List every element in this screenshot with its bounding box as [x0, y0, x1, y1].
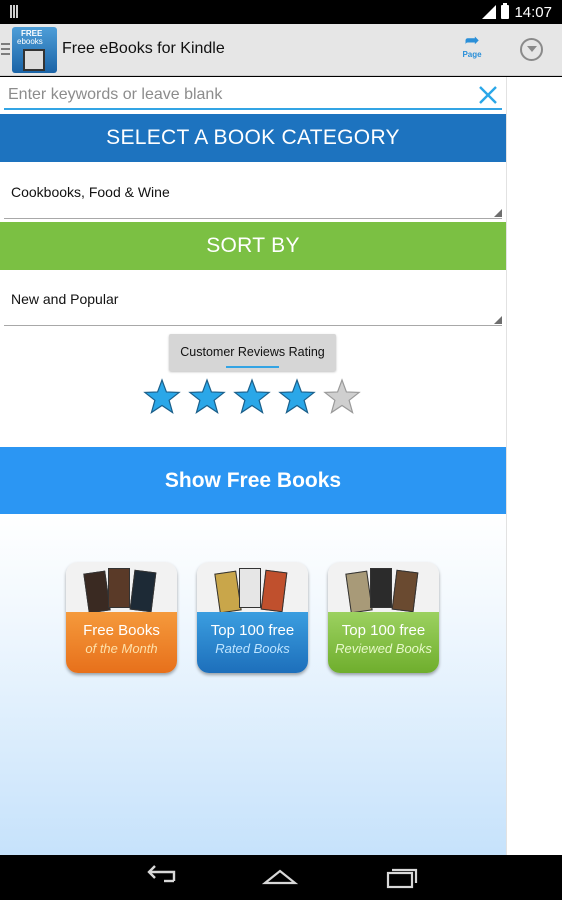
sort-header: SORT BY: [0, 222, 506, 270]
tile-line2: Reviewed Books: [335, 641, 432, 656]
notification-icon: [10, 5, 21, 18]
category-value: Cookbooks, Food & Wine: [11, 184, 170, 200]
category-spinner[interactable]: Cookbooks, Food & Wine: [4, 163, 502, 219]
shortcut-area: Free Books of the Month Top 100 free Rat…: [0, 514, 506, 855]
book-covers-icon: [214, 568, 290, 614]
star-filled-icon[interactable]: [277, 377, 317, 417]
spinner-arrow-icon: [494, 316, 502, 324]
logo-text-ebooks: ebooks: [17, 37, 43, 46]
tile-free-books-month[interactable]: Free Books of the Month: [66, 562, 177, 673]
customer-reviews-button[interactable]: Customer Reviews Rating: [169, 334, 336, 371]
tile-top-reviewed[interactable]: Top 100 free Reviewed Books: [328, 562, 439, 673]
app-logo[interactable]: FREE ebooks: [12, 27, 57, 73]
star-filled-icon[interactable]: [142, 377, 182, 417]
tile-top-rated[interactable]: Top 100 free Rated Books: [197, 562, 308, 673]
side-panel: [506, 77, 562, 855]
navigation-bar: [0, 855, 562, 900]
category-header: SELECT A BOOK CATEGORY: [0, 114, 506, 162]
overflow-menu-icon[interactable]: [520, 38, 543, 61]
recent-apps-icon[interactable]: [384, 863, 420, 891]
signal-icon: [482, 5, 497, 19]
clear-icon[interactable]: [478, 85, 498, 105]
action-bar: FREE ebooks Free eBooks for Kindle ➦ Pag…: [0, 24, 562, 76]
search-box: [4, 82, 502, 110]
tile-line2: of the Month: [85, 641, 158, 656]
star-empty-icon[interactable]: [322, 377, 362, 417]
share-arrow-icon: ➦: [464, 30, 480, 50]
drawer-icon[interactable]: [1, 43, 10, 58]
home-icon[interactable]: [262, 863, 298, 891]
sort-spinner[interactable]: New and Popular: [4, 270, 502, 326]
tile-line1: Top 100 free: [210, 622, 295, 639]
page-share-button[interactable]: ➦ Page: [455, 30, 489, 70]
spinner-arrow-icon: [494, 209, 502, 217]
back-icon[interactable]: [144, 863, 180, 891]
rating-stars[interactable]: [142, 377, 364, 417]
status-time: 14:07: [514, 3, 552, 21]
button-underline: [226, 366, 279, 368]
main-column: SELECT A BOOK CATEGORY Cookbooks, Food &…: [0, 77, 506, 855]
kindle-icon: [23, 49, 45, 71]
book-covers-icon: [345, 568, 421, 614]
star-filled-icon[interactable]: [187, 377, 227, 417]
status-bar: 14:07: [0, 0, 562, 24]
battery-icon: [501, 3, 510, 19]
tile-line1: Free Books: [83, 622, 160, 639]
content-area: SELECT A BOOK CATEGORY Cookbooks, Food &…: [0, 77, 562, 855]
tile-line2: Rated Books: [215, 641, 290, 656]
show-free-books-button[interactable]: Show Free Books: [0, 447, 506, 514]
search-input[interactable]: [4, 82, 472, 108]
customer-reviews-label: Customer Reviews Rating: [180, 345, 325, 359]
book-covers-icon: [83, 568, 159, 614]
tile-line1: Top 100 free: [341, 622, 426, 639]
page-label: Page: [462, 50, 482, 59]
app-title: Free eBooks for Kindle: [62, 40, 225, 57]
star-filled-icon[interactable]: [232, 377, 272, 417]
sort-value: New and Popular: [11, 291, 119, 307]
